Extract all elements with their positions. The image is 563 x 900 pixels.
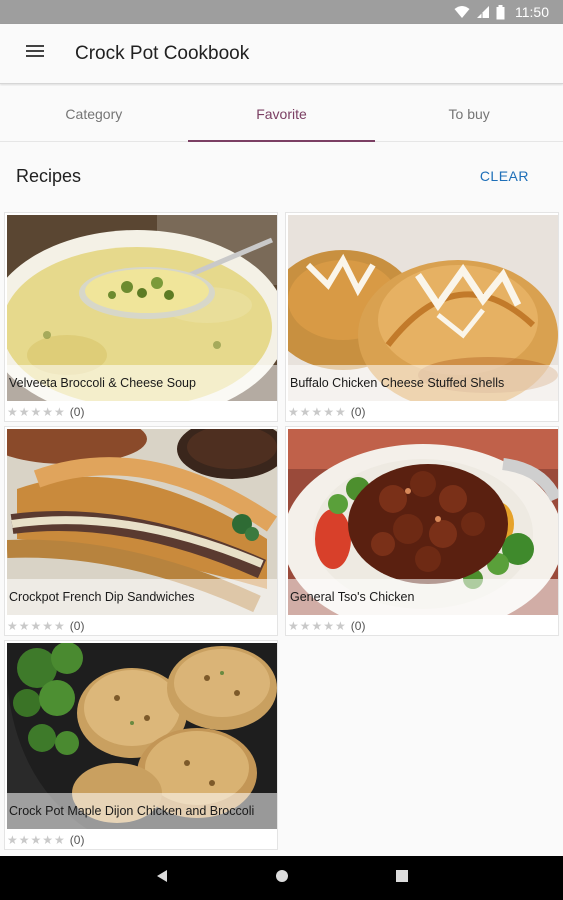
recipes-header: Recipes CLEAR xyxy=(0,152,563,200)
tab-category[interactable]: Category xyxy=(0,86,188,141)
recipe-rating: ★★★★★ (0) xyxy=(288,617,365,635)
rating-count: (0) xyxy=(69,619,85,633)
status-bar: 11:50 xyxy=(0,0,563,24)
home-icon xyxy=(275,869,289,888)
rating-stars: ★★★★★ xyxy=(288,405,347,419)
app-title: Crock Pot Cookbook xyxy=(75,42,250,64)
recipe-image: Crockpot French Dip Sandwiches xyxy=(7,429,277,615)
tab-to-buy[interactable]: To buy xyxy=(375,86,563,141)
recipe-rating: ★★★★★ (0) xyxy=(288,403,365,421)
recipe-card[interactable]: Buffalo Chicken Cheese Stuffed Shells ★★… xyxy=(285,212,559,422)
navigation-bar xyxy=(0,856,563,900)
back-button[interactable] xyxy=(147,863,177,893)
rating-stars: ★★★★★ xyxy=(7,833,66,847)
recipe-caption: General Tso's Chicken xyxy=(288,579,558,615)
rating-count: (0) xyxy=(350,405,366,419)
recipe-card[interactable]: General Tso's Chicken ★★★★★ (0) xyxy=(285,426,559,636)
recents-icon xyxy=(395,869,408,887)
recipe-title: Buffalo Chicken Cheese Stuffed Shells xyxy=(290,376,505,390)
recipe-image: Buffalo Chicken Cheese Stuffed Shells xyxy=(288,215,558,401)
recipe-card[interactable]: Crock Pot Maple Dijon Chicken and Brocco… xyxy=(4,640,278,850)
rating-stars: ★★★★★ xyxy=(288,619,347,633)
recipe-caption: Crock Pot Maple Dijon Chicken and Brocco… xyxy=(7,793,277,829)
recipe-title: General Tso's Chicken xyxy=(290,590,415,604)
recipe-title: Crock Pot Maple Dijon Chicken and Brocco… xyxy=(9,804,255,818)
recents-button[interactable] xyxy=(387,863,417,893)
recipe-rating: ★★★★★ (0) xyxy=(7,403,84,421)
signal-icon xyxy=(476,5,490,19)
section-title: Recipes xyxy=(16,165,82,186)
back-icon xyxy=(156,869,168,888)
battery-icon xyxy=(496,4,505,20)
recipe-rating: ★★★★★ (0) xyxy=(7,617,84,635)
menu-button[interactable] xyxy=(0,24,70,84)
app-bar: Crock Pot Cookbook xyxy=(0,24,563,84)
app-root: 11:50 Crock Pot Cookbook Category Favori… xyxy=(0,0,563,900)
recipe-image: Velveeta Broccoli & Cheese Soup xyxy=(7,215,277,401)
rating-count: (0) xyxy=(69,405,85,419)
tab-bar: Category Favorite To buy xyxy=(0,86,563,142)
recipe-rating: ★★★★★ (0) xyxy=(7,831,84,849)
rating-count: (0) xyxy=(350,619,366,633)
rating-count: (0) xyxy=(69,833,85,847)
rating-stars: ★★★★★ xyxy=(7,405,66,419)
hamburger-menu-icon xyxy=(26,44,44,63)
recipe-caption: Velveeta Broccoli & Cheese Soup xyxy=(7,365,277,401)
recipe-image: Crock Pot Maple Dijon Chicken and Brocco… xyxy=(7,643,277,829)
recipe-card[interactable]: Velveeta Broccoli & Cheese Soup ★★★★★ (0… xyxy=(4,212,278,422)
recipe-card[interactable]: Crockpot French Dip Sandwiches ★★★★★ (0) xyxy=(4,426,278,636)
tab-favorite[interactable]: Favorite xyxy=(187,86,376,142)
recipe-title: Crockpot French Dip Sandwiches xyxy=(9,590,195,604)
recipe-title: Velveeta Broccoli & Cheese Soup xyxy=(9,376,196,390)
home-button[interactable] xyxy=(267,863,297,893)
recipe-caption: Crockpot French Dip Sandwiches xyxy=(7,579,277,615)
clear-button[interactable]: CLEAR xyxy=(480,168,529,184)
recipe-image: General Tso's Chicken xyxy=(288,429,558,615)
wifi-icon xyxy=(454,5,470,19)
status-time: 11:50 xyxy=(515,4,549,20)
rating-stars: ★★★★★ xyxy=(7,619,66,633)
recipe-caption: Buffalo Chicken Cheese Stuffed Shells xyxy=(288,365,558,401)
